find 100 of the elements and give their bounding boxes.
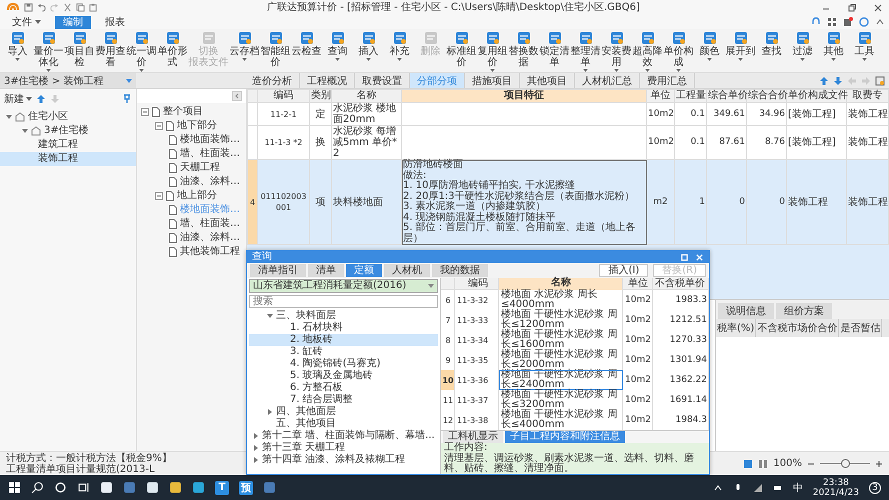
app-tile-icon[interactable] (263, 481, 276, 494)
copy-icon[interactable] (76, 3, 85, 12)
section-tree-item[interactable]: 其他装饰工程 (137, 245, 246, 259)
chapter-tree-item[interactable]: 6. 方整石板 (249, 382, 438, 394)
circle-icon[interactable] (54, 481, 67, 494)
toolbar-button[interactable]: 颜色 (694, 31, 725, 61)
caret-icon[interactable] (267, 313, 273, 319)
chapter-tree-item[interactable]: 第十四章 油漆、涂料及裱糊工程 (249, 454, 438, 466)
section-tree-item[interactable]: 天棚工程 (137, 161, 246, 175)
input-method-indicator[interactable]: 中 (792, 480, 803, 494)
info-tab[interactable]: 工料机显示 (443, 431, 503, 443)
app-tile-icon[interactable] (169, 481, 182, 494)
toolbar-button[interactable]: 量价一体化 (33, 31, 64, 72)
app-tile-icon[interactable] (146, 481, 159, 494)
settings-icon[interactable] (875, 76, 885, 86)
toolbar-button[interactable]: 复用组价 (477, 31, 508, 72)
cut-icon[interactable] (63, 3, 72, 12)
view-tab[interactable]: 造价分析 (245, 73, 300, 88)
restore-button[interactable] (846, 2, 857, 12)
toolbar-button[interactable]: 其他 (818, 31, 849, 61)
collapse-panel-icon[interactable] (232, 91, 242, 101)
move-up-icon[interactable] (819, 76, 829, 86)
dialog-tab[interactable]: 清单 (308, 264, 344, 277)
chapter-tree-item[interactable]: 3. 缸砖 (249, 346, 438, 358)
dialog-button[interactable]: 插入(I) (599, 264, 648, 277)
column-view-icon[interactable] (758, 458, 768, 468)
toolbar-button[interactable]: 智能组价 (260, 31, 291, 68)
view-tab[interactable]: 费用汇总 (640, 73, 695, 88)
collapse-box-icon[interactable] (155, 122, 163, 130)
toolbar-button[interactable]: 统一调价 (126, 31, 157, 72)
caret-icon[interactable] (253, 457, 259, 463)
section-tree-item[interactable]: 墙、柱面装… (137, 217, 246, 231)
chapter-tree-item[interactable]: 4. 陶瓷锦砖(马赛克) (249, 358, 438, 370)
menu-tab[interactable]: 报表 (97, 16, 133, 28)
toolbar-button[interactable]: 锁定清单 (539, 31, 570, 68)
toolbar-button[interactable]: 整理清单 (570, 31, 601, 72)
close-button[interactable] (872, 2, 883, 12)
chapter-tree-item[interactable]: 五、其他项目 (249, 418, 438, 430)
toolbar-button[interactable]: 导入 (2, 31, 33, 61)
dialog-tab[interactable]: 清单指引 (250, 264, 306, 277)
caret-up-icon[interactable] (712, 482, 723, 492)
caret-icon[interactable] (22, 128, 28, 134)
toolbar-button[interactable]: 超高降效 (632, 31, 663, 72)
chapter-tree-item[interactable]: 第十三章 天棚工程 (249, 442, 438, 454)
help-icon[interactable] (859, 17, 869, 27)
view-tab[interactable]: 工程概况 (300, 73, 355, 88)
pin-icon[interactable] (122, 94, 132, 104)
app-tile-icon[interactable] (192, 481, 205, 494)
toolbar-button[interactable]: 费用查看 (95, 31, 126, 68)
chapter-tree-item[interactable]: 四、其他面层 (249, 406, 438, 418)
windows-start-icon[interactable] (8, 481, 21, 494)
chapter-tree-item[interactable]: 1. 石材块料 (249, 322, 438, 334)
section-tree-item[interactable]: 地上部分 (137, 189, 246, 203)
collapse-box-icon[interactable] (141, 108, 149, 116)
page-view-icon[interactable] (743, 458, 754, 468)
menu-tab[interactable]: 编制 (55, 16, 91, 28)
dialog-tab[interactable]: 人材机 (384, 264, 430, 277)
chapter-tree-item[interactable]: 2. 地板砖 (249, 334, 438, 346)
toolbar-button[interactable]: 单价构成 (663, 31, 694, 72)
dialog-tab[interactable]: 定额 (346, 264, 382, 277)
project-tree-item[interactable]: 建筑工程 (0, 138, 136, 152)
paste-icon[interactable] (89, 3, 98, 12)
toolbar-button[interactable]: 单价形式 (157, 31, 188, 68)
move-up-icon[interactable] (36, 94, 46, 104)
dialog-tab[interactable]: 我的数据 (432, 264, 488, 277)
toolbar-button[interactable]: 云检查 (291, 31, 322, 57)
toolbar-button[interactable]: 补充 (384, 31, 415, 61)
move-down-icon[interactable] (833, 76, 843, 86)
notification-icon[interactable] (843, 17, 853, 27)
undo-icon[interactable] (37, 3, 46, 12)
table-row[interactable]: 6 11-3-32 楼地面 水泥砂浆 周长≤4000mm 10m2 1983.3 (441, 290, 709, 310)
search-icon[interactable] (31, 481, 44, 494)
section-tree-item[interactable]: 油漆、涂料… (137, 175, 246, 189)
section-tree-item[interactable]: 整个项目 (137, 105, 246, 119)
menu-tab[interactable]: 文件 (4, 16, 49, 28)
caret-icon[interactable] (267, 409, 273, 415)
project-tree-item[interactable]: 住宅小区 (0, 110, 136, 124)
toolbar-button[interactable]: 工具 (849, 31, 880, 61)
library-dropdown[interactable]: 山东省建筑工程消耗量定额(2016) (249, 279, 438, 293)
project-tree-item[interactable]: 装饰工程 (0, 152, 136, 166)
detail-tab[interactable]: 组价方案 (776, 303, 832, 319)
toolbar-button[interactable]: 插入 (353, 31, 384, 61)
project-tree-item[interactable]: 3#住宅楼 (0, 124, 136, 138)
toolbar-button[interactable]: 安装费用 (601, 31, 632, 72)
section-tree-item[interactable]: 墙、柱面装… (137, 147, 246, 161)
toolbar-button[interactable]: 过滤 (787, 31, 818, 61)
section-tree-item[interactable]: 地下部分 (137, 119, 246, 133)
toolbar-button[interactable]: 标准组价 (446, 31, 477, 68)
section-tree-item[interactable]: 油漆、涂料… (137, 231, 246, 245)
toolbar-button[interactable]: 展开到 (725, 31, 756, 61)
toolbar-button[interactable]: 查询 (322, 31, 353, 61)
toolbar-button[interactable]: 查找 (756, 31, 787, 57)
search-field[interactable]: 搜索 (249, 295, 438, 308)
toolbar-button[interactable]: 云存档 (229, 31, 260, 61)
maximize-button[interactable] (680, 252, 689, 262)
info-tab[interactable]: 子目工程内容和附注信息 (505, 431, 625, 443)
collapse-ribbon-icon[interactable] (875, 17, 885, 27)
caret-icon[interactable] (6, 114, 12, 120)
task-view-icon[interactable] (77, 481, 90, 494)
save-icon[interactable] (24, 3, 33, 12)
